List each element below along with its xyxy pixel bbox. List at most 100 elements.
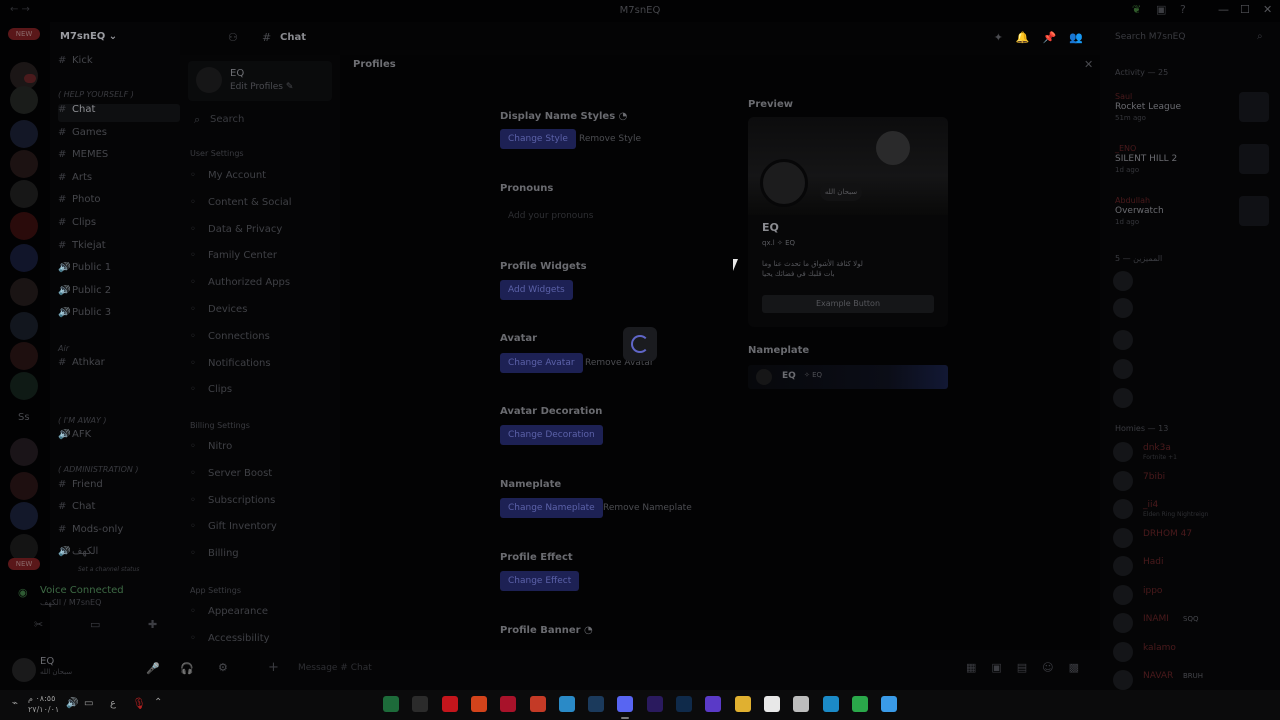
channel-item[interactable]: # Kick xyxy=(58,55,180,73)
edit-profiles-link[interactable]: Edit Profiles ✎ xyxy=(230,82,293,92)
server-search[interactable]: Search M7snEQ xyxy=(1115,32,1185,42)
close-window-button[interactable]: ✕ xyxy=(1263,3,1272,16)
headphones-icon[interactable]: 🎧 xyxy=(180,662,194,675)
message-composer[interactable]: + Message # Chat ▦▣▤☺▩ xyxy=(260,650,1100,690)
edge-icon[interactable] xyxy=(822,696,839,712)
clock-icon[interactable] xyxy=(793,696,810,712)
member-row[interactable] xyxy=(1113,329,1273,351)
settings-nav-item[interactable]: ◦ Nitro xyxy=(190,441,330,459)
member-row[interactable] xyxy=(1113,297,1273,319)
activity-card[interactable]: Abdullah Overwatch 1d ago xyxy=(1115,196,1275,236)
server-initials[interactable]: Ss xyxy=(18,412,30,423)
composer-icons[interactable]: ▦▣▤☺▩ xyxy=(966,661,1094,674)
channel-item[interactable]: 🔊 Public 3 xyxy=(58,307,180,325)
help-icon[interactable]: ? xyxy=(1180,3,1186,16)
channel-item[interactable]: # Clips xyxy=(58,217,180,235)
tray-icon[interactable]: ⌁ xyxy=(12,698,18,709)
server-icon[interactable] xyxy=(10,180,38,208)
change-decoration-button[interactable]: Change Decoration xyxy=(500,425,603,445)
channel-item[interactable]: # MEMES xyxy=(58,149,180,167)
member-row[interactable]: DRHOM 47 xyxy=(1113,527,1273,549)
channel-item[interactable]: # Chat xyxy=(58,501,180,519)
server-name[interactable]: M7snEQ ⌄ xyxy=(60,31,117,42)
chrome-icon[interactable] xyxy=(851,696,868,712)
channel-item[interactable]: # Tkiejat xyxy=(58,240,180,258)
change-effect-button[interactable]: Change Effect xyxy=(500,571,580,591)
photoshop-icon[interactable] xyxy=(676,696,692,712)
member-row[interactable]: INAMI SQQ xyxy=(1113,612,1273,634)
settings-nav-item[interactable]: ◦ Content & Social xyxy=(190,197,330,215)
add-attachment-icon[interactable]: + xyxy=(268,660,279,675)
channel-item[interactable]: 🔊 الكهف xyxy=(58,546,180,564)
excel-icon[interactable] xyxy=(383,696,399,712)
example-button[interactable]: Example Button xyxy=(762,295,934,313)
channel-item[interactable]: # Games xyxy=(58,127,180,145)
settings-nav-item[interactable]: ◦ Notifications xyxy=(190,358,330,376)
server-icon[interactable] xyxy=(10,120,38,148)
category-label[interactable]: ( HELP YOURSELF ) xyxy=(58,90,134,99)
maximize-button[interactable]: ☐ xyxy=(1240,3,1250,16)
member-row[interactable] xyxy=(1113,387,1273,409)
member-row[interactable] xyxy=(1113,358,1273,380)
discord-icon[interactable] xyxy=(617,696,634,712)
recorder-icon[interactable] xyxy=(529,696,546,712)
member-row[interactable]: dnk3a Fortnite +1 xyxy=(1113,441,1273,463)
server-icon[interactable] xyxy=(10,278,38,306)
close-icon[interactable]: ✕ xyxy=(1084,58,1093,71)
member-row[interactable] xyxy=(1113,270,1273,292)
noise-icon[interactable]: ✂ xyxy=(34,618,43,631)
settings-nav-item[interactable]: ◦ Devices xyxy=(190,304,330,322)
windows-start-icon[interactable] xyxy=(881,696,898,712)
settings-nav-item[interactable]: ◦ Clips xyxy=(190,384,330,402)
server-icon[interactable] xyxy=(10,212,38,240)
change-style-button[interactable]: Change Style xyxy=(500,129,576,149)
change-nameplate-button[interactable]: Change Nameplate xyxy=(500,498,603,518)
leaf-icon[interactable]: ❦ xyxy=(1132,3,1141,16)
member-row[interactable]: NAVAR BRUH xyxy=(1113,669,1273,691)
settings-nav-item[interactable]: ◦ Data & Privacy xyxy=(190,224,330,242)
header-icons[interactable]: ✦🔔📌👥 xyxy=(994,31,1096,44)
settings-nav-item[interactable]: ◦ Appearance xyxy=(190,606,330,624)
change-avatar-button[interactable]: Change Avatar xyxy=(500,353,583,373)
member-row[interactable]: Hadi xyxy=(1113,555,1273,577)
category-label[interactable]: Air xyxy=(58,344,69,353)
remove-style-button[interactable]: Remove Style xyxy=(579,129,641,149)
screen-share-icon[interactable]: ▭ xyxy=(90,618,100,631)
info-icon[interactable]: ◔ xyxy=(619,111,628,122)
channel-item[interactable]: 🔊 Public 1 xyxy=(58,262,180,280)
channel-item[interactable]: # Arts xyxy=(58,172,180,190)
add-widgets-button[interactable]: Add Widgets xyxy=(500,280,573,300)
server-icon[interactable] xyxy=(10,244,38,272)
volume-icon[interactable]: 🔊 xyxy=(66,698,78,709)
threads-icon[interactable]: ⚇ xyxy=(228,31,238,44)
premiere-icon[interactable] xyxy=(646,696,663,712)
channel-item[interactable]: # Chat xyxy=(58,104,180,122)
member-row[interactable]: kalamo xyxy=(1113,641,1273,663)
server-icon[interactable] xyxy=(10,502,38,530)
server-icon[interactable] xyxy=(10,86,38,114)
settings-nav-item[interactable]: ◦ Server Boost xyxy=(190,468,330,486)
minimize-button[interactable]: — xyxy=(1218,3,1229,16)
server-icon[interactable] xyxy=(10,342,38,370)
tray-chevron-icon[interactable]: ⌃ xyxy=(154,697,162,708)
settings-gear-icon[interactable]: ⚙ xyxy=(218,661,228,674)
voice-status[interactable]: Voice Connected xyxy=(40,585,124,596)
vscode-icon[interactable] xyxy=(705,696,722,712)
channel-item[interactable]: # Mods-only xyxy=(58,524,180,542)
settings-nav-item[interactable]: ◦ Subscriptions xyxy=(190,495,330,513)
settings-search[interactable]: ⌕ Search xyxy=(188,109,332,131)
info-icon[interactable]: ◔ xyxy=(584,625,593,636)
affinity-icon[interactable] xyxy=(500,696,517,712)
server-icon[interactable] xyxy=(10,150,38,178)
settings-nav-item[interactable]: ◦ Accessibility xyxy=(190,633,330,651)
server-icon[interactable] xyxy=(10,372,38,400)
remove-nameplate-button[interactable]: Remove Nameplate xyxy=(603,498,692,518)
settings-nav-item[interactable]: ◦ My Account xyxy=(190,170,330,188)
profile-card[interactable]: EQ Edit Profiles ✎ xyxy=(188,61,332,101)
channel-item[interactable]: # Athkar xyxy=(58,357,180,375)
member-row[interactable]: _ii4 Elden Ring Nightreign xyxy=(1113,498,1273,520)
username[interactable]: EQ xyxy=(40,656,54,667)
category-label[interactable]: ( ADMINISTRATION ) xyxy=(58,465,139,474)
voice-channel[interactable]: الكهف / M7snEQ xyxy=(40,598,101,607)
message-input[interactable]: Message # Chat xyxy=(298,663,372,673)
